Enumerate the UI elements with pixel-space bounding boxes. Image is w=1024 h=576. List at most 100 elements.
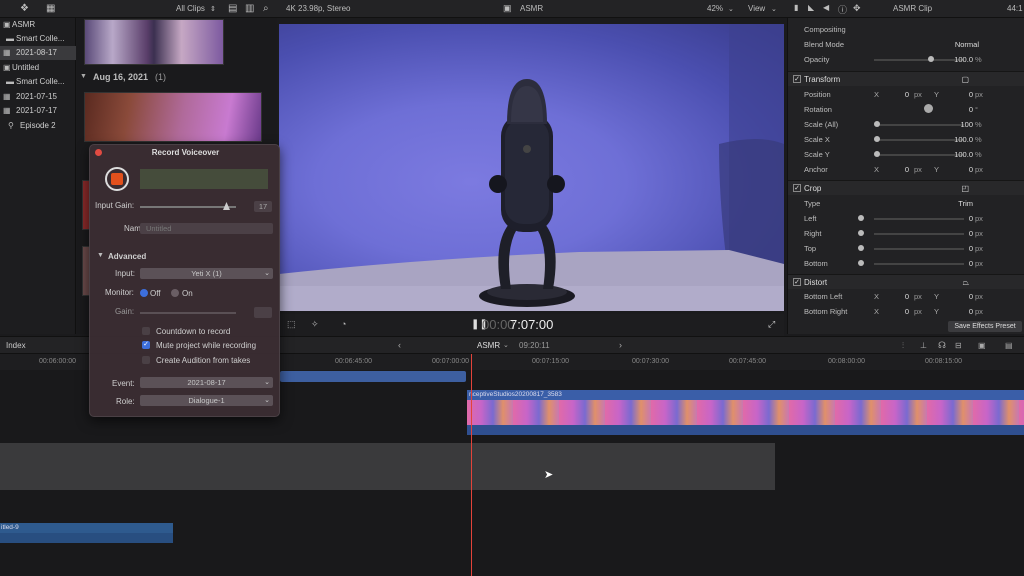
crop-left-slider-knob[interactable] (858, 215, 864, 221)
timeline-project-name[interactable]: ASMR (477, 341, 500, 350)
input-select[interactable]: Yeti X (1) ⌄ (140, 268, 273, 279)
snapping-icon[interactable]: ⊟ (955, 341, 962, 350)
create-audition-checkbox[interactable] (142, 356, 150, 364)
library-item-smart-collections-2[interactable]: ▬ Smart Colle... (0, 75, 76, 89)
record-button[interactable] (105, 167, 129, 191)
zoom-menu[interactable]: 42% (707, 4, 723, 13)
crop-bottom-slider[interactable] (874, 263, 964, 265)
opacity-value[interactable]: 100.0 (954, 55, 973, 64)
video-clip-filmstrip[interactable] (467, 400, 1024, 425)
bottom-right-y-value[interactable]: 0 (969, 307, 973, 316)
timecode[interactable]: 7:07:00 (510, 317, 553, 332)
info-icon[interactable]: ⓘ (838, 3, 847, 16)
advanced-header[interactable]: Advanced (108, 252, 146, 261)
crop-right-slider-knob[interactable] (858, 230, 864, 236)
chevron-updown-icon[interactable]: ⇕ (210, 5, 216, 13)
crop-top-slider[interactable] (874, 248, 964, 250)
clip-appearance-icon[interactable]: ▣ (978, 341, 986, 350)
scale-all-slider[interactable] (874, 124, 964, 126)
transform-icon[interactable]: ✥ (853, 3, 861, 14)
crop-left-value[interactable]: 0 (969, 214, 973, 223)
view-menu[interactable]: View (748, 4, 765, 13)
video-clip-title[interactable]: nceptiveStudios20200817_3583 (467, 390, 1024, 400)
scale-all-value[interactable]: 100 (960, 120, 973, 129)
monitor-gain-value[interactable] (254, 307, 272, 318)
headphones-icon[interactable]: ☊ (938, 340, 946, 351)
event-select[interactable]: 2021-08-17 ⌄ (140, 377, 273, 388)
opacity-slider[interactable] (874, 59, 964, 61)
all-clips-menu[interactable]: All Clips (176, 4, 205, 13)
video-clip-audio[interactable] (467, 425, 1024, 435)
bottom-left-y-value[interactable]: 0 (969, 292, 973, 301)
scale-y-slider-knob[interactable] (874, 151, 880, 157)
rotation-dial-icon[interactable] (924, 104, 933, 113)
crop-tool-icon[interactable]: ⬚ (287, 319, 296, 330)
blend-mode-select[interactable]: Normal (955, 40, 979, 49)
crop-right-slider[interactable] (874, 233, 964, 235)
back-arrow-icon[interactable]: ‹ (398, 340, 401, 350)
scale-y-slider[interactable] (874, 154, 964, 156)
effects-browser-icon[interactable]: ▤ (1005, 341, 1013, 350)
fullscreen-icon[interactable]: ⤢ (768, 319, 775, 330)
transform-onscreen-icon[interactable]: ▢ (961, 75, 969, 84)
monitor-off-radio[interactable] (140, 289, 148, 297)
audio-waveform-icon[interactable]: ⫶ (902, 341, 904, 351)
anchor-y-value[interactable]: 0 (969, 165, 973, 174)
secondary-storyline[interactable] (0, 443, 775, 490)
crop-top-value[interactable]: 0 (969, 244, 973, 253)
bottom-right-x-value[interactable]: 0 (905, 307, 909, 316)
save-effects-preset-button[interactable]: Save Effects Preset (948, 321, 1022, 332)
audio-clip[interactable] (280, 371, 466, 382)
crop-checkbox[interactable]: ✓ (793, 184, 801, 192)
scale-x-value[interactable]: 100.0 (954, 135, 973, 144)
crop-right-value[interactable]: 0 (969, 229, 973, 238)
skimming-icon[interactable]: ⊥ (920, 341, 927, 350)
crop-bottom-slider-knob[interactable] (858, 260, 864, 266)
section-crop[interactable]: ✓ Crop ◰ (788, 180, 1024, 195)
disclosure-triangle-icon[interactable]: ▼ (97, 252, 104, 259)
section-distort[interactable]: ✓ Distort ⏢ (788, 274, 1024, 289)
countdown-checkbox[interactable] (142, 327, 150, 335)
distort-onscreen-icon[interactable]: ⏢ (963, 278, 969, 288)
library-item-smart-collections[interactable]: ▬ Smart Colle... (0, 32, 76, 46)
opacity-slider-knob[interactable] (928, 56, 934, 62)
clip-thumbnail[interactable] (84, 19, 224, 65)
speed-icon[interactable]: ◔ (341, 319, 346, 329)
crop-type-select[interactable]: Trim (958, 199, 973, 208)
chevron-down-icon[interactable]: ⌄ (503, 341, 509, 349)
scale-all-slider-knob[interactable] (874, 121, 880, 127)
index-button[interactable]: Index (6, 341, 26, 350)
clip-appearance-icon[interactable]: ▥ (245, 3, 254, 14)
input-gain-slider[interactable] (140, 206, 236, 208)
magic-wand-icon[interactable]: ✧ (311, 319, 319, 330)
library-item-episode-2[interactable]: ⚲ Episode 2 (0, 119, 76, 133)
rotation-value[interactable]: 0 (969, 105, 973, 114)
chevron-down-icon[interactable]: ⌄ (771, 5, 777, 13)
filmstrip-icon[interactable]: ▤ (228, 3, 237, 14)
search-icon[interactable]: ⌕ (263, 3, 269, 14)
clip-thumbnail[interactable] (84, 92, 262, 142)
input-gain-value[interactable]: 17 (254, 201, 272, 212)
position-y-value[interactable]: 0 (969, 90, 973, 99)
section-transform[interactable]: ✓ Transform ▢ (788, 71, 1024, 86)
voiceover-clip-title[interactable]: itled-9 (0, 523, 173, 533)
role-select[interactable]: Dialogue-1 ⌄ (140, 395, 273, 406)
mute-project-checkbox[interactable]: ✓ (142, 341, 150, 349)
crop-left-slider[interactable] (874, 218, 964, 220)
scale-y-value[interactable]: 100.0 (954, 150, 973, 159)
library-item-event-2021-08-17[interactable]: ▦ 2021-08-17 (0, 46, 76, 60)
monitor-on-radio[interactable] (171, 289, 179, 297)
name-field[interactable]: Untitled (140, 223, 273, 234)
chevron-down-icon[interactable]: ⌄ (728, 5, 734, 13)
color-inspector-icon[interactable]: ◣ (808, 3, 814, 12)
monitor-gain-slider[interactable] (140, 312, 236, 314)
forward-arrow-icon[interactable]: › (619, 340, 622, 350)
crop-onscreen-icon[interactable]: ◰ (961, 184, 969, 193)
bottom-left-x-value[interactable]: 0 (905, 292, 909, 301)
audio-inspector-icon[interactable]: ◀ (823, 3, 829, 12)
transform-checkbox[interactable]: ✓ (793, 75, 801, 83)
video-inspector-icon[interactable]: ▮ (794, 3, 798, 12)
photos-icon[interactable]: ▦ (46, 3, 55, 14)
crop-bottom-value[interactable]: 0 (969, 259, 973, 268)
video-viewer[interactable] (279, 24, 784, 311)
